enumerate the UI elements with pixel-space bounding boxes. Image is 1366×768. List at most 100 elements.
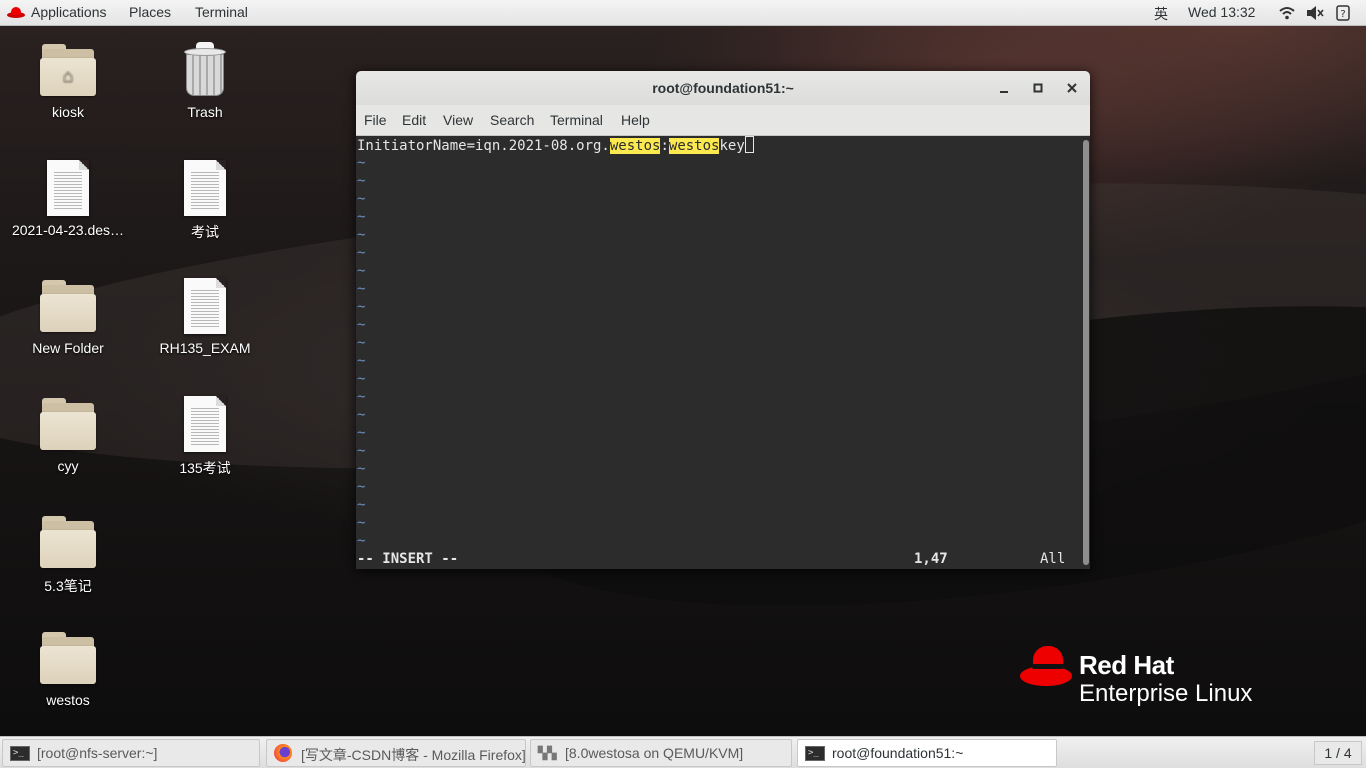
folder-icon [40, 278, 96, 334]
input-method-indicator[interactable]: 英 [1154, 4, 1168, 24]
trash-icon [182, 42, 228, 98]
close-icon[interactable] [1062, 78, 1082, 98]
taskbar-item-label: [8.0westosa on QEMU/KVM] [565, 745, 744, 761]
line-text: InitiatorName=iqn.2021-08.org. [357, 138, 610, 154]
virt-manager-icon: ▚▚ [538, 746, 557, 760]
empty-line-marker: ~ [357, 209, 366, 225]
desktop-icon-new-folder[interactable]: New Folder [8, 278, 128, 356]
terminal-app-menu[interactable]: Terminal [195, 4, 248, 20]
scroll-indicator: All [1040, 551, 1066, 567]
desktop-icon-kaoshi[interactable]: 考试 [145, 160, 265, 242]
power-icon[interactable]: ? [1335, 5, 1351, 21]
window-title: root@foundation51:~ [652, 80, 794, 96]
empty-line-marker: ~ [357, 281, 366, 297]
taskbar-item-foundation51[interactable]: >_ root@foundation51:~ [797, 739, 1057, 767]
editor-line-1: InitiatorName=iqn.2021-08.org.westos:wes… [357, 136, 754, 154]
empty-line-marker: ~ [357, 335, 366, 351]
desktop-icon-label: 2021-04-23.des… [11, 222, 125, 238]
brand-product: Enterprise Linux [1079, 680, 1253, 707]
terminal-icon: >_ [10, 746, 30, 761]
empty-line-marker: ~ [357, 191, 366, 207]
desktop-icon-trash[interactable]: Trash [145, 42, 265, 120]
folder-icon [40, 514, 96, 570]
empty-line-marker: ~ [357, 461, 366, 477]
menu-file[interactable]: File [364, 112, 387, 128]
wifi-icon[interactable] [1279, 5, 1295, 21]
terminal-window[interactable]: root@foundation51:~ File Edit View Searc… [356, 71, 1090, 569]
document-icon [184, 396, 226, 452]
taskbar-item-label: [root@nfs-server:~] [37, 745, 158, 761]
desktop-icon-label: Trash [187, 104, 223, 120]
places-menu[interactable]: Places [129, 4, 171, 20]
menu-terminal[interactable]: Terminal [550, 112, 603, 128]
document-icon [184, 160, 226, 216]
empty-line-marker: ~ [357, 227, 366, 243]
window-titlebar[interactable]: root@foundation51:~ [356, 71, 1090, 105]
empty-line-marker: ~ [357, 245, 366, 261]
search-highlight: westos [609, 138, 661, 154]
menu-help[interactable]: Help [621, 112, 650, 128]
text-cursor [744, 136, 754, 153]
volume-icon[interactable] [1306, 5, 1324, 21]
desktop-icon-135-kaoshi[interactable]: 135考试 [145, 396, 265, 478]
empty-line-marker: ~ [357, 533, 366, 549]
empty-line-marker: ~ [357, 389, 366, 405]
scrollbar-thumb[interactable] [1083, 140, 1089, 565]
folder-icon [40, 630, 96, 686]
brand-name: Red Hat [1079, 650, 1174, 680]
minimize-icon[interactable] [994, 78, 1014, 98]
desktop-icon-rh135-exam[interactable]: RH135_EXAM [145, 278, 265, 356]
home-folder-icon: ⌂ [40, 42, 96, 98]
empty-line-marker: ~ [357, 317, 366, 333]
desktop-icon-westos[interactable]: westos [8, 630, 128, 708]
firefox-icon [274, 744, 292, 762]
desktop-icon-5-3-notes[interactable]: 5.3笔记 [8, 514, 128, 596]
clock[interactable]: Wed 13:32 [1188, 4, 1255, 20]
desktop-icon-label: 5.3笔记 [44, 578, 92, 594]
redhat-logo-icon[interactable] [7, 6, 25, 19]
empty-line-marker: ~ [357, 353, 366, 369]
empty-line-marker: ~ [357, 479, 366, 495]
desktop-icon-label: New Folder [32, 340, 104, 356]
document-icon [47, 160, 89, 216]
search-highlight: westos [668, 138, 720, 154]
desktop-icon-label: 考试 [191, 224, 219, 240]
taskbar-item-firefox[interactable]: [写文章-CSDN博客 - Mozilla Firefox] [266, 739, 526, 767]
menu-search[interactable]: Search [490, 112, 534, 128]
desktop-icon-label: kiosk [52, 104, 84, 120]
taskbar-item-nfs-server[interactable]: >_ [root@nfs-server:~] [2, 739, 260, 767]
window-list-taskbar: >_ [root@nfs-server:~] [写文章-CSDN博客 - Moz… [0, 736, 1366, 768]
empty-line-marker: ~ [357, 515, 366, 531]
vim-mode-indicator: -- INSERT -- [357, 551, 459, 567]
desktop-icon-cyy[interactable]: cyy [8, 396, 128, 474]
desktop-icon-label: cyy [57, 458, 79, 474]
maximize-icon[interactable] [1028, 78, 1048, 98]
workspace-switcher[interactable]: 1 / 4 [1314, 741, 1362, 765]
menu-edit[interactable]: Edit [402, 112, 426, 128]
taskbar-item-label: root@foundation51:~ [832, 745, 964, 761]
empty-line-marker: ~ [357, 443, 366, 459]
terminal-menubar: File Edit View Search Terminal Help [356, 105, 1090, 136]
desktop-icon-label: 135考试 [179, 460, 231, 476]
redhat-branding: Red Hat Enterprise Linux [1020, 644, 1290, 714]
folder-icon [40, 396, 96, 452]
top-panel: Applications Places Terminal 英 Wed 13:32… [0, 0, 1366, 26]
desktop-icon-kiosk[interactable]: ⌂ kiosk [8, 42, 128, 120]
empty-line-marker: ~ [357, 497, 366, 513]
terminal-screen[interactable]: InitiatorName=iqn.2021-08.org.westos:wes… [356, 136, 1082, 569]
applications-menu[interactable]: Applications [31, 4, 107, 20]
desktop-icon-label: westos [46, 692, 90, 708]
desktop-icon-label: RH135_EXAM [159, 340, 251, 356]
terminal-icon: >_ [805, 746, 825, 761]
document-icon [184, 278, 226, 334]
empty-line-marker: ~ [357, 407, 366, 423]
empty-line-marker: ~ [357, 155, 366, 171]
terminal-scrollbar[interactable] [1082, 136, 1090, 569]
line-separator: : [660, 138, 669, 154]
taskbar-item-qemu-kvm[interactable]: ▚▚ [8.0westosa on QEMU/KVM] [530, 739, 792, 767]
redhat-hat-icon [1020, 646, 1072, 686]
menu-view[interactable]: View [443, 112, 473, 128]
empty-line-marker: ~ [357, 371, 366, 387]
line-text-suffix: key [719, 138, 745, 154]
desktop-icon-2021-04-23[interactable]: 2021-04-23.des… [8, 160, 128, 238]
